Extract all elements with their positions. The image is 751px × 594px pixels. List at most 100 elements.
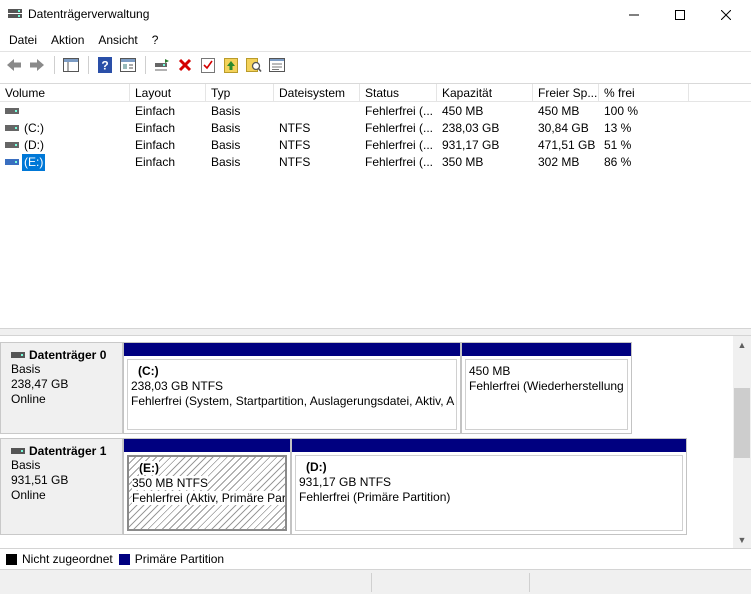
partition-size: 238,03 GB NTFS (131, 379, 224, 393)
disk-row: Datenträger 1 Basis 931,51 GB Online (E:… (0, 438, 733, 535)
disk-type: Basis (11, 458, 41, 472)
disk-row: Datenträger 0 Basis 238,47 GB Online (C:… (0, 342, 733, 434)
partition-body: (E:) 350 MB NTFS Fehlerfrei (Aktiv, Prim… (127, 455, 287, 531)
menu-ansicht[interactable]: Ansicht (91, 30, 144, 50)
disk-type: Basis (11, 362, 41, 376)
capacity-cell: 350 MB (442, 155, 484, 169)
disk-state: Online (11, 392, 46, 406)
view-button[interactable] (60, 54, 82, 76)
partition-e[interactable]: (E:) 350 MB NTFS Fehlerfrei (Aktiv, Prim… (123, 438, 291, 535)
partition-name: (E:) (139, 461, 159, 475)
legend-swatch-primary (118, 553, 130, 565)
status-separator (529, 573, 530, 592)
column-header-typ[interactable]: Typ (206, 84, 274, 102)
disk-title: Datenträger 1 (11, 444, 122, 458)
column-header-status[interactable]: Status (360, 84, 437, 102)
properties-button[interactable] (117, 54, 139, 76)
legend-swatch-unallocated (6, 553, 17, 565)
close-button[interactable] (703, 0, 749, 30)
column-header-layout[interactable]: Layout (130, 84, 206, 102)
free-space-cell: 471,51 GB (538, 138, 596, 152)
minimize-button[interactable] (611, 0, 657, 30)
partition-body: (D:) 931,17 GB NTFS Fehlerfrei (Primäre … (295, 455, 683, 531)
back-button[interactable] (3, 54, 25, 76)
filesystem-cell: NTFS (279, 155, 311, 169)
partition-status: Fehlerfrei (Aktiv, Primäre Par (132, 491, 286, 505)
percent-free-cell: 51 % (604, 138, 632, 152)
volume-cell (0, 103, 130, 120)
disk-management-app-icon (8, 9, 22, 18)
typ-cell: Basis (211, 121, 241, 135)
volume-row[interactable]: (E:) Einfach Basis NTFS Fehlerfrei (... … (0, 154, 751, 171)
minimize-icon (629, 14, 639, 16)
scroll-up-icon[interactable]: ▲ (733, 336, 751, 353)
check-icon (201, 58, 215, 73)
partition-d[interactable]: (D:) 931,17 GB NTFS Fehlerfrei (Primäre … (291, 438, 687, 535)
legend: Nicht zugeordnet Primäre Partition (0, 548, 751, 569)
scroll-down-icon[interactable]: ▼ (733, 531, 751, 548)
partition-status: Fehlerfrei (Primäre Partition) (299, 490, 451, 504)
check-button[interactable] (197, 54, 219, 76)
typ-cell: Basis (211, 155, 241, 169)
forward-icon (30, 59, 44, 71)
menu-help[interactable]: ? (145, 30, 166, 50)
toolbar-separator (88, 56, 89, 74)
column-header-prozent-frei[interactable]: % frei (599, 84, 689, 102)
title-bar: Datenträgerverwaltung (0, 0, 751, 30)
maximize-button[interactable] (657, 0, 703, 30)
partition-status: Fehlerfrei (System, Startpartition, Ausl… (131, 394, 455, 408)
column-header-kapazitaet[interactable]: Kapazität (437, 84, 533, 102)
legend-label-unallocated: Nicht zugeordnet (22, 552, 113, 566)
disk-icon (11, 352, 25, 358)
view-icon (63, 58, 79, 72)
volume-cell: (D:) (0, 137, 130, 154)
connect-button[interactable] (151, 54, 173, 76)
capacity-cell: 238,03 GB (442, 121, 500, 135)
column-header-dateisystem[interactable]: Dateisystem (274, 84, 360, 102)
pane-splitter[interactable] (0, 328, 751, 336)
partition-recovery[interactable]: 450 MB Fehlerfrei (Wiederherstellung (461, 342, 632, 434)
help-icon: ? (98, 57, 112, 73)
disk-label[interactable]: Datenträger 0 Basis 238,47 GB Online (0, 342, 123, 434)
capacity-cell: 931,17 GB (442, 138, 500, 152)
menu-aktion[interactable]: Aktion (44, 30, 91, 50)
search-button[interactable] (243, 54, 265, 76)
settings-icon (269, 58, 285, 72)
filesystem-cell: NTFS (279, 138, 311, 152)
help-button[interactable]: ? (94, 54, 116, 76)
delete-button[interactable] (174, 54, 196, 76)
layout-cell: Einfach (135, 104, 176, 118)
free-space-cell: 450 MB (538, 104, 580, 118)
typ-cell: Basis (211, 138, 241, 152)
disk-label[interactable]: Datenträger 1 Basis 931,51 GB Online (0, 438, 123, 535)
volume-name: (E:) (22, 154, 46, 171)
close-icon (721, 10, 731, 20)
menu-datei[interactable]: Datei (0, 30, 44, 50)
settings-button[interactable] (266, 54, 288, 76)
layout-cell: Einfach (135, 155, 176, 169)
column-header-volume[interactable]: Volume (0, 84, 130, 102)
toolbar-separator (145, 56, 146, 74)
forward-button[interactable] (26, 54, 48, 76)
partition-name: (C:) (138, 364, 159, 378)
status-separator (371, 573, 372, 592)
volume-icon (5, 108, 19, 114)
volume-list: Volume Layout Typ Dateisystem Status Kap… (0, 83, 751, 328)
disk-size: 238,47 GB (11, 377, 69, 391)
up-button[interactable] (220, 54, 242, 76)
column-header-freier-speicher[interactable]: Freier Sp... (533, 84, 599, 102)
scrollbar-thumb[interactable] (734, 388, 750, 458)
volume-cell: (C:) (0, 120, 130, 137)
partition-body: 450 MB Fehlerfrei (Wiederherstellung (465, 359, 628, 430)
vertical-scrollbar[interactable]: ▲ ▼ (733, 336, 751, 548)
volume-row[interactable]: (D:) Einfach Basis NTFS Fehlerfrei (... … (0, 137, 751, 154)
volume-row[interactable]: Einfach Basis Fehlerfrei (... 450 MB 450… (0, 103, 751, 120)
properties-icon (120, 58, 136, 72)
volume-row[interactable]: (C:) Einfach Basis NTFS Fehlerfrei (... … (0, 120, 751, 137)
percent-free-cell: 13 % (604, 121, 632, 135)
status-cell: Fehlerfrei (... (365, 121, 434, 135)
partition-size: 350 MB NTFS (132, 476, 209, 490)
partition-bar (292, 439, 686, 452)
status-cell: Fehlerfrei (... (365, 104, 434, 118)
partition-c[interactable]: (C:) 238,03 GB NTFS Fehlerfrei (System, … (123, 342, 461, 434)
